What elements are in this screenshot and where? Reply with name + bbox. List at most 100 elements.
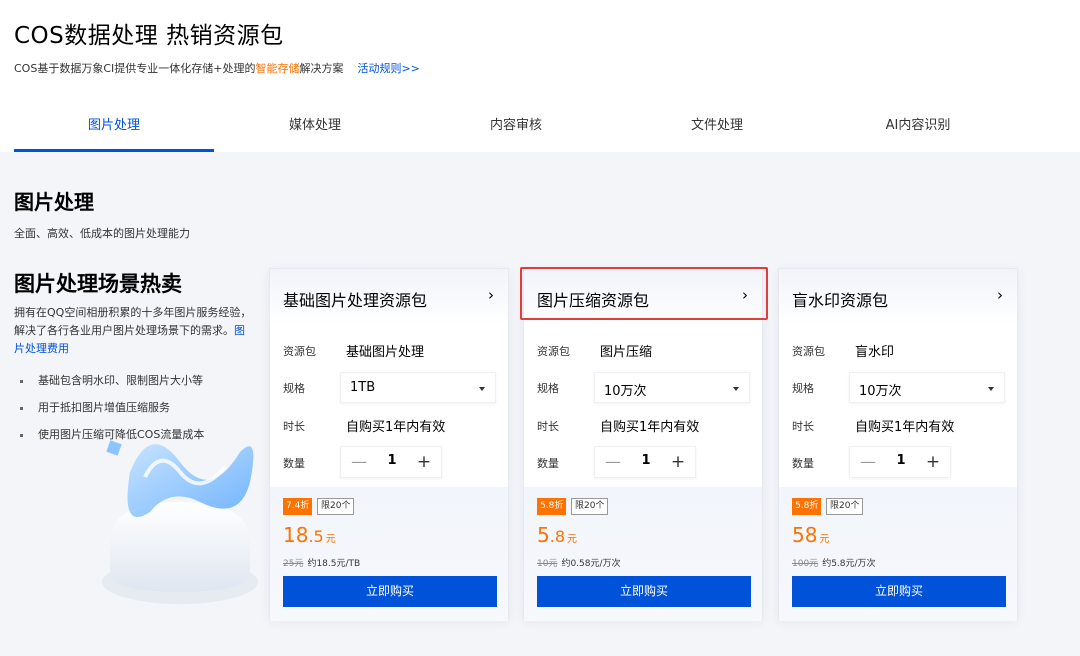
tab-ai-recognition[interactable]: AI内容识别 — [818, 108, 1018, 152]
price: 18.5 元 — [283, 523, 336, 547]
package-label: 资源包 — [792, 345, 825, 358]
package-card-basic: 基础图片处理资源包 › 资源包 基础图片处理 规格 1TB 时长 自购买1年内有… — [269, 268, 509, 621]
unit-price: 约5.8元/万次 — [822, 559, 876, 569]
spec-label: 规格 — [537, 382, 559, 395]
package-label: 资源包 — [537, 345, 570, 358]
discount-badge: 5.8折 — [792, 498, 822, 515]
tab-file-processing[interactable]: 文件处理 — [617, 108, 817, 152]
price: 58 元 — [792, 523, 829, 547]
unit-price: 约18.5元/TB — [307, 559, 361, 569]
section-title: 图片处理 — [14, 190, 94, 214]
page-subtitle: COS基于数据万象CI提供专业一体化存储+处理的智能存储解决方案 活动规则>> — [14, 60, 420, 76]
chevron-right-icon[interactable]: › — [488, 286, 494, 304]
spec-value: 10万次 — [859, 384, 902, 399]
package-value: 图片压缩 — [600, 345, 653, 360]
quantity-value[interactable]: 1 — [886, 453, 916, 468]
quantity-label: 数量 — [792, 457, 814, 470]
duration-label: 时长 — [792, 420, 814, 433]
spec-value: 1TB — [350, 380, 376, 395]
minus-button[interactable]: — — [349, 451, 369, 473]
caret-down-icon — [733, 387, 739, 391]
discount-badge: 5.8折 — [537, 498, 567, 515]
quantity-value[interactable]: 1 — [631, 453, 661, 468]
plus-button[interactable]: + — [668, 451, 688, 473]
price-unit: 元 — [567, 534, 577, 545]
tab-media-processing[interactable]: 媒体处理 — [215, 108, 415, 152]
price-integer: 5 — [537, 523, 550, 547]
subtitle-prefix: COS基于数据万象CI提供专业一体化存储+处理的 — [14, 62, 256, 75]
scenario-desc: 拥有在QQ空间相册积累的十多年图片服务经验，解决了各行各业用户图片处理场景下的需… — [14, 304, 254, 358]
price-integer: 58 — [792, 523, 818, 547]
page-header: COS数据处理 热销资源包 COS基于数据万象CI提供专业一体化存储+处理的智能… — [0, 0, 1080, 152]
page-title: COS数据处理 热销资源包 — [14, 23, 284, 49]
original-price: 10元 — [537, 559, 558, 569]
plus-button[interactable]: + — [923, 451, 943, 473]
original-price-row: 100元 约5.8元/万次 — [792, 556, 876, 569]
original-price-row: 10元 约0.58元/万次 — [537, 556, 621, 569]
quantity-label: 数量 — [537, 457, 559, 470]
quantity-stepper: — 1 + — [340, 446, 442, 478]
scenario-desc-text: 拥有在QQ空间相册积累的十多年图片服务经验，解决了各行各业用户图片处理场景下的需… — [14, 306, 252, 337]
duration-label: 时长 — [283, 420, 305, 433]
card-header[interactable]: 盲水印资源包 › — [779, 269, 1017, 325]
price-area: 5.8折 限20个 58 元 100元 约5.8元/万次 立即购买 — [779, 487, 1017, 621]
duration-label: 时长 — [537, 420, 559, 433]
price-unit: 元 — [819, 534, 830, 545]
price-area: 5.8折 限20个 5.8 元 10元 约0.58元/万次 立即购买 — [524, 487, 762, 621]
card-title: 盲水印资源包 — [792, 291, 889, 310]
original-price-row: 25元 约18.5元/TB — [283, 556, 360, 569]
rules-link[interactable]: 活动规则>> — [357, 62, 419, 75]
price: 5.8 元 — [537, 523, 577, 547]
spec-select[interactable]: 1TB — [340, 372, 496, 403]
limit-badge: 限20个 — [826, 498, 864, 515]
caret-down-icon — [479, 387, 485, 391]
price-decimal: .5 — [308, 527, 324, 546]
quantity-stepper: — 1 + — [594, 446, 696, 478]
quantity-label: 数量 — [283, 457, 305, 470]
spec-label: 规格 — [283, 382, 305, 395]
tab-content-moderation[interactable]: 内容审核 — [416, 108, 616, 152]
card-title: 基础图片处理资源包 — [283, 291, 428, 310]
package-value: 基础图片处理 — [346, 345, 425, 360]
product-illustration — [102, 440, 258, 604]
limit-badge: 限20个 — [317, 498, 355, 515]
spec-value: 10万次 — [604, 384, 647, 399]
original-price: 25元 — [283, 559, 304, 569]
quantity-stepper: — 1 + — [849, 446, 951, 478]
minus-button[interactable]: — — [858, 451, 878, 473]
duration-value: 自购买1年内有效 — [600, 420, 700, 435]
minus-button[interactable]: — — [603, 451, 623, 473]
package-value: 盲水印 — [855, 345, 895, 360]
subtitle-suffix: 解决方案 — [299, 62, 344, 75]
package-card-compression: 图片压缩资源包 › 资源包 图片压缩 规格 10万次 时长 自购买1年内有效 数… — [520, 267, 768, 621]
buy-button[interactable]: 立即购买 — [537, 576, 751, 607]
limit-badge: 限20个 — [571, 498, 609, 515]
scenario-title: 图片处理场景热卖 — [14, 272, 182, 296]
plus-button[interactable]: + — [414, 451, 434, 473]
price-decimal: .8 — [549, 527, 565, 546]
price-area: 7.4折 限20个 18.5 元 25元 约18.5元/TB 立即购买 — [270, 487, 508, 621]
tab-image-processing[interactable]: 图片处理 — [14, 108, 214, 152]
duration-value: 自购买1年内有效 — [346, 420, 446, 435]
buy-button[interactable]: 立即购买 — [283, 576, 497, 607]
highlight-box — [520, 267, 768, 320]
card-header[interactable]: 基础图片处理资源包 › — [270, 269, 508, 325]
spec-select[interactable]: 10万次 — [849, 372, 1005, 403]
caret-down-icon — [988, 387, 994, 391]
spec-select[interactable]: 10万次 — [594, 372, 750, 403]
price-integer: 18 — [283, 523, 309, 547]
category-tabs: 图片处理 媒体处理 内容审核 文件处理 AI内容识别 — [14, 108, 1024, 152]
quantity-value[interactable]: 1 — [377, 453, 407, 468]
package-label: 资源包 — [283, 345, 316, 358]
spec-label: 规格 — [792, 382, 814, 395]
subtitle-highlight: 智能存储 — [255, 62, 300, 75]
section-desc: 全面、高效、低成本的图片处理能力 — [14, 227, 190, 240]
chevron-right-icon[interactable]: › — [997, 286, 1003, 304]
package-card-watermark: 盲水印资源包 › 资源包 盲水印 规格 10万次 时长 自购买1年内有效 数量 … — [778, 268, 1018, 621]
discount-badge: 7.4折 — [283, 498, 313, 515]
price-unit: 元 — [325, 534, 336, 545]
duration-value: 自购买1年内有效 — [855, 420, 955, 435]
original-price: 100元 — [792, 559, 819, 569]
unit-price: 约0.58元/万次 — [561, 559, 621, 569]
buy-button[interactable]: 立即购买 — [792, 576, 1006, 607]
